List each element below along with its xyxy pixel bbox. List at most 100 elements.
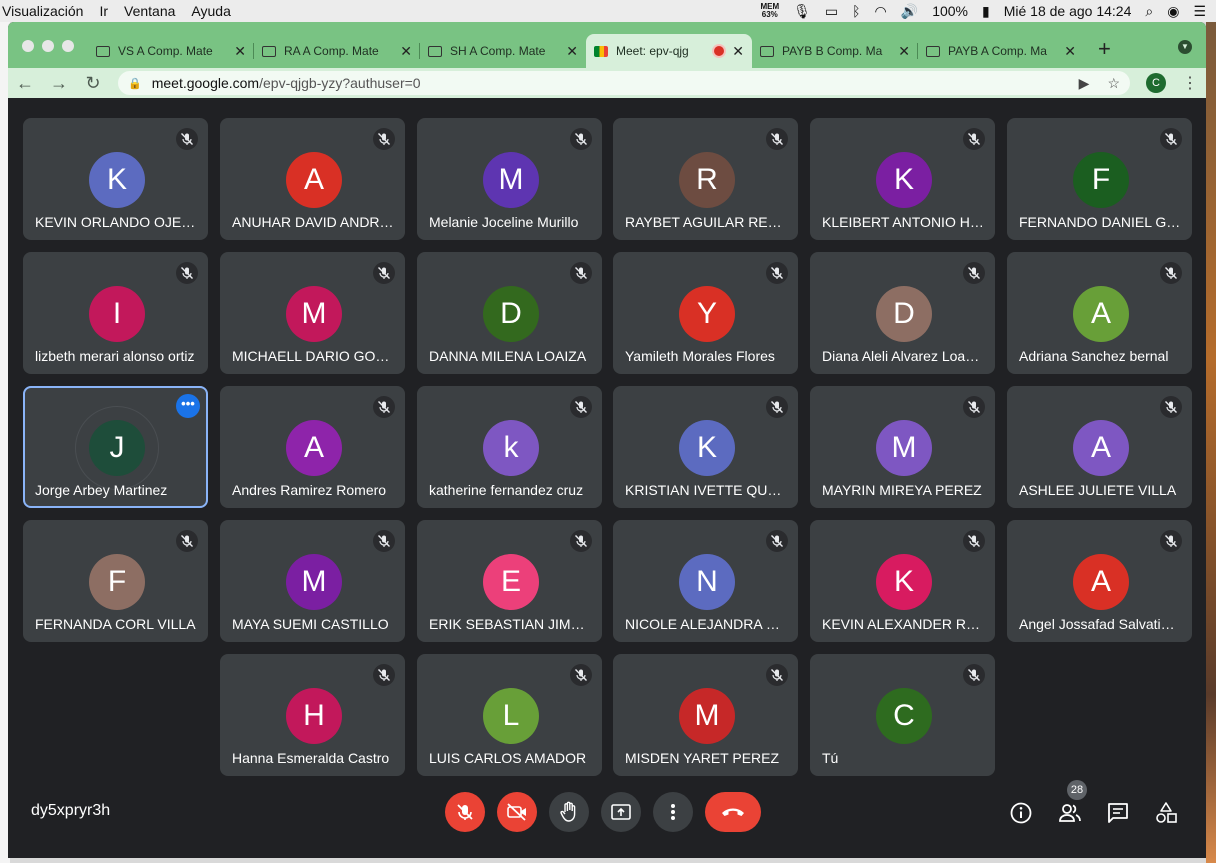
close-tab-icon[interactable]: ✕	[898, 43, 910, 60]
bluetooth-icon[interactable]: ᛒ	[852, 3, 860, 19]
muted-indicator	[1160, 128, 1182, 150]
camera-in-use-icon[interactable]: ▶	[1079, 75, 1090, 92]
participant-tile[interactable]: A Andres Ramirez Romero	[220, 386, 405, 508]
mic-muted-icon	[1165, 267, 1177, 279]
participant-tile[interactable]: A ANUHAR DAVID ANDRADE	[220, 118, 405, 240]
close-tab-icon[interactable]: ✕	[400, 43, 412, 60]
menu-ventana[interactable]: Ventana	[124, 3, 175, 19]
mic-muted-icon	[1165, 535, 1177, 547]
close-window-button[interactable]	[22, 40, 34, 52]
close-tab-icon[interactable]: ✕	[566, 43, 578, 60]
battery-icon[interactable]: ▮	[982, 3, 990, 20]
mic-muted-icon	[378, 267, 390, 279]
participant-tile[interactable]: N NICOLE ALEJANDRA BRAVO	[613, 520, 798, 642]
menu-visualizacion[interactable]: Visualización	[2, 3, 83, 19]
microphone-icon[interactable]: 🎙	[793, 3, 811, 20]
participant-tile[interactable]: Y Yamileth Morales Flores	[613, 252, 798, 374]
participant-tile[interactable]: F FERNANDA CORL VILLA	[23, 520, 208, 642]
browser-tab[interactable]: PAYB A Comp. Ma ✕	[918, 34, 1084, 68]
wifi-icon[interactable]: ◠	[875, 3, 887, 20]
muted-indicator	[570, 262, 592, 284]
participant-avatar: D	[483, 286, 539, 342]
minimize-window-button[interactable]	[42, 40, 54, 52]
new-tab-button[interactable]: +	[1084, 36, 1123, 68]
memory-indicator[interactable]: MEM 63%	[760, 3, 779, 19]
raise-hand-button[interactable]	[549, 792, 589, 832]
window-controls	[8, 40, 88, 68]
browser-tab[interactable]: SH A Comp. Mate ✕	[420, 34, 586, 68]
close-tab-icon[interactable]: ✕	[1064, 43, 1076, 60]
people-icon	[1059, 804, 1081, 822]
present-screen-button[interactable]	[601, 792, 641, 832]
lock-icon[interactable]: 🔒	[128, 77, 142, 90]
participant-tile[interactable]: M MISDEN YARET PEREZ	[613, 654, 798, 776]
volume-icon[interactable]: 🔊	[901, 3, 918, 20]
participant-tile[interactable]: K KRISTIAN IVETTE QUEZADA	[613, 386, 798, 508]
participant-name: ERIK SEBASTIAN JIMENEZ	[429, 616, 591, 632]
participant-tile[interactable]: K KEVIN ALEXANDER RAMOS	[810, 520, 995, 642]
menu-ayuda[interactable]: Ayuda	[191, 3, 230, 19]
browser-tab[interactable]: PAYB B Comp. Ma ✕	[752, 34, 918, 68]
browser-tab[interactable]: RA A Comp. Mate ✕	[254, 34, 420, 68]
participant-tile[interactable]: Ilizbeth merari alonso ortiz	[23, 252, 208, 374]
participant-tile[interactable]: D DANNA MILENA LOAIZA	[417, 252, 602, 374]
browser-tab-active[interactable]: Meet: epv-qjg ✕	[586, 34, 752, 68]
participant-tile[interactable]: C Tú	[810, 654, 995, 776]
reload-icon[interactable]: ↻	[84, 73, 102, 94]
more-options-button[interactable]	[653, 792, 693, 832]
menubar-menus: Visualización Ir Ventana Ayuda	[0, 3, 231, 19]
participant-tile[interactable]: J ••• Jorge Arbey Martinez	[23, 386, 208, 508]
participant-tile[interactable]: M MAYRIN MIREYA PEREZ	[810, 386, 995, 508]
participant-tile[interactable]: H Hanna Esmeralda Castro	[220, 654, 405, 776]
participant-name: Adriana Sanchez bernal	[1019, 348, 1169, 364]
clock[interactable]: Mié 18 de ago 14:24	[1004, 3, 1132, 19]
profile-avatar[interactable]: C	[1146, 73, 1166, 93]
participant-tile[interactable]: K KEVIN ORLANDO OJEDA	[23, 118, 208, 240]
participant-tile[interactable]: R RAYBET AGUILAR RENDON	[613, 118, 798, 240]
address-bar-actions: ▶ ☆	[1079, 75, 1120, 92]
participant-avatar: M	[483, 152, 539, 208]
battery-percent[interactable]: 100%	[932, 3, 968, 19]
participant-tile[interactable]: L LUIS CARLOS AMADOR	[417, 654, 602, 776]
participant-tile[interactable]: M Melanie Joceline Murillo	[417, 118, 602, 240]
meeting-details-button[interactable]	[1008, 800, 1034, 826]
notification-center-icon[interactable]: ☰	[1193, 3, 1206, 20]
participant-tile[interactable]: A Adriana Sanchez bernal	[1007, 252, 1192, 374]
participant-avatar: D	[876, 286, 932, 342]
participant-tile[interactable]: k katherine fernandez cruz	[417, 386, 602, 508]
participant-tile[interactable]: M MAYA SUEMI CASTILLO	[220, 520, 405, 642]
zoom-window-button[interactable]	[62, 40, 74, 52]
close-tab-icon[interactable]: ✕	[732, 43, 744, 60]
participant-tile[interactable]: A ASHLEE JULIETE VILLA	[1007, 386, 1192, 508]
participant-avatar: F	[89, 554, 145, 610]
participant-tile[interactable]: D Diana Aleli Alvarez Loayza	[810, 252, 995, 374]
muted-indicator	[570, 664, 592, 686]
camera-toggle-button[interactable]	[497, 792, 537, 832]
tab-search-icon[interactable]: ▼	[1178, 40, 1192, 54]
close-tab-icon[interactable]: ✕	[234, 43, 246, 60]
menu-ir[interactable]: Ir	[99, 3, 108, 19]
participant-name: KRISTIAN IVETTE QUEZADA	[625, 482, 787, 498]
chat-button[interactable]	[1105, 800, 1131, 826]
activities-button[interactable]	[1153, 800, 1179, 826]
address-bar[interactable]: 🔒 meet.google.com/epv-qjgb-yzy?authuser=…	[118, 71, 1130, 95]
back-arrow-icon[interactable]: ←	[16, 73, 34, 94]
participant-options-button[interactable]: •••	[176, 394, 200, 418]
bookmark-star-icon[interactable]: ☆	[1107, 75, 1120, 92]
browser-tab[interactable]: VS A Comp. Mate ✕	[88, 34, 254, 68]
microphone-toggle-button[interactable]	[445, 792, 485, 832]
participant-tile[interactable]: A Angel Jossafad Salvatierra	[1007, 520, 1192, 642]
participant-tile[interactable]: F FERNANDO DANIEL GARCIA	[1007, 118, 1192, 240]
mic-muted-icon	[771, 401, 783, 413]
forward-arrow-icon[interactable]: →	[50, 73, 68, 94]
browser-menu-icon[interactable]: ⋮	[1182, 73, 1198, 93]
siri-icon[interactable]: ◉	[1167, 3, 1179, 20]
spotlight-search-icon[interactable]: ⌕	[1145, 3, 1153, 20]
participant-tile[interactable]: E ERIK SEBASTIAN JIMENEZ	[417, 520, 602, 642]
muted-indicator	[570, 396, 592, 418]
participant-tile[interactable]: M MICHAELL DARIO GONZALEZ	[220, 252, 405, 374]
leave-call-button[interactable]	[705, 792, 761, 832]
participants-button[interactable]: 28	[1057, 780, 1087, 826]
airplay-icon[interactable]: ▭	[825, 3, 838, 20]
participant-tile[interactable]: K KLEIBERT ANTONIO HERRERA	[810, 118, 995, 240]
